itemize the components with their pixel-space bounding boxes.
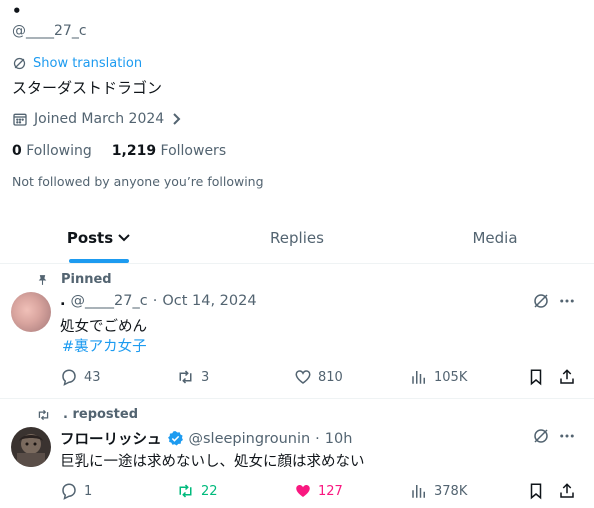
show-translation-link[interactable]: Show translation — [12, 56, 142, 71]
tab-replies[interactable]: Replies — [198, 212, 396, 263]
repost-indicator: . reposted — [36, 407, 138, 422]
post-header: フローリッシュ @sleepingrounin · 10h — [60, 428, 352, 449]
grok-icon[interactable] — [532, 292, 550, 310]
tab-replies-label: Replies — [270, 228, 324, 247]
bookmark-icon[interactable] — [528, 368, 544, 386]
tab-posts[interactable]: Posts — [0, 212, 198, 263]
reply-count: 1 — [84, 483, 93, 499]
share-icon[interactable] — [558, 482, 576, 500]
show-translation-label[interactable]: Show translation — [33, 56, 142, 71]
tab-media[interactable]: Media — [396, 212, 594, 263]
repost-button[interactable]: 22 — [176, 482, 218, 500]
views-button[interactable]: 105K — [410, 368, 467, 386]
more-icon[interactable] — [558, 292, 576, 310]
like-count: 810 — [318, 369, 343, 385]
reply-button[interactable]: 1 — [60, 482, 92, 500]
repost-icon — [176, 368, 195, 386]
reply-icon — [60, 482, 78, 500]
views-button[interactable]: 378K — [410, 482, 467, 500]
grok-icon[interactable] — [532, 427, 550, 445]
chevron-down-icon — [117, 231, 131, 245]
profile-bio: スターダストドラゴン — [12, 79, 163, 97]
post-time[interactable]: Oct 14, 2024 — [162, 293, 256, 309]
bookmark-icon[interactable] — [528, 482, 544, 500]
like-button[interactable]: 127 — [294, 482, 343, 500]
author-name[interactable]: フローリッシュ — [60, 428, 162, 449]
like-count: 127 — [318, 483, 343, 499]
repost-icon — [176, 482, 195, 500]
chevron-right-icon — [170, 112, 182, 126]
post-text: 処女でごめん — [60, 319, 147, 335]
following-label: Following — [26, 143, 92, 159]
avatar[interactable] — [11, 292, 51, 332]
heart-icon — [294, 368, 312, 386]
views-count: 378K — [434, 483, 468, 499]
verified-badge-icon — [167, 430, 184, 447]
repost-count: 22 — [201, 483, 218, 499]
profile-handle: @____27_c — [12, 23, 87, 39]
followers-label: Followers — [160, 143, 227, 159]
repost-small-icon — [36, 408, 51, 422]
separator-dot: · — [315, 430, 320, 447]
reply-count: 43 — [84, 369, 101, 385]
following-link[interactable]: 0 Following — [12, 143, 92, 159]
tab-posts-label: Posts — [66, 228, 114, 247]
more-icon[interactable] — [558, 427, 576, 445]
like-button[interactable]: 810 — [294, 368, 343, 386]
views-count: 105K — [434, 369, 468, 385]
translate-icon — [12, 56, 27, 71]
share-icon[interactable] — [558, 368, 576, 386]
avatar[interactable] — [11, 427, 51, 467]
tab-media-label: Media — [472, 228, 518, 247]
active-tab-indicator — [69, 259, 129, 263]
post-reposted[interactable]: . reposted フローリッシュ @sleepingrounin · 10h… — [0, 399, 594, 508]
calendar-icon — [12, 111, 28, 127]
pinned-label: Pinned — [61, 272, 112, 287]
follow-stats: 0 Following 1,219 Followers — [12, 143, 246, 159]
joined-label: Joined March 2024 — [34, 111, 165, 127]
hashtag-link[interactable]: #裏アカ女子 — [62, 335, 147, 356]
joined-date[interactable]: Joined March 2024 — [12, 111, 182, 127]
pin-icon — [36, 273, 49, 287]
repost-count: 3 — [201, 369, 210, 385]
post-text: 巨乳に一途は求めないし、処女に顔は求めない — [60, 454, 365, 470]
post-header: . @____27_c · Oct 14, 2024 — [60, 293, 257, 309]
following-count: 0 — [12, 143, 22, 159]
profile-tabs: Posts Replies Media — [0, 212, 594, 264]
author-handle[interactable]: @sleepingrounin — [189, 431, 311, 447]
not-followed-notice: Not followed by anyone you’re following — [12, 174, 264, 189]
views-icon — [410, 482, 428, 500]
profile-display-name: • — [12, 2, 22, 20]
author-name[interactable]: . — [60, 293, 66, 309]
reply-button[interactable]: 43 — [60, 368, 101, 386]
followers-link[interactable]: 1,219 Followers — [112, 143, 226, 159]
reposted-by-label[interactable]: . reposted — [63, 407, 138, 422]
separator-dot: · — [152, 293, 158, 309]
repost-button[interactable]: 3 — [176, 368, 209, 386]
post-pinned[interactable]: Pinned . @____27_c · Oct 14, 2024 処女でごめん… — [0, 264, 594, 399]
reply-icon — [60, 368, 78, 386]
followers-count: 1,219 — [111, 143, 157, 159]
pinned-indicator: Pinned — [36, 272, 112, 287]
views-icon — [410, 368, 428, 386]
author-handle[interactable]: @____27_c — [71, 293, 148, 309]
heart-icon — [294, 482, 312, 500]
post-time[interactable]: 10h — [325, 431, 353, 447]
